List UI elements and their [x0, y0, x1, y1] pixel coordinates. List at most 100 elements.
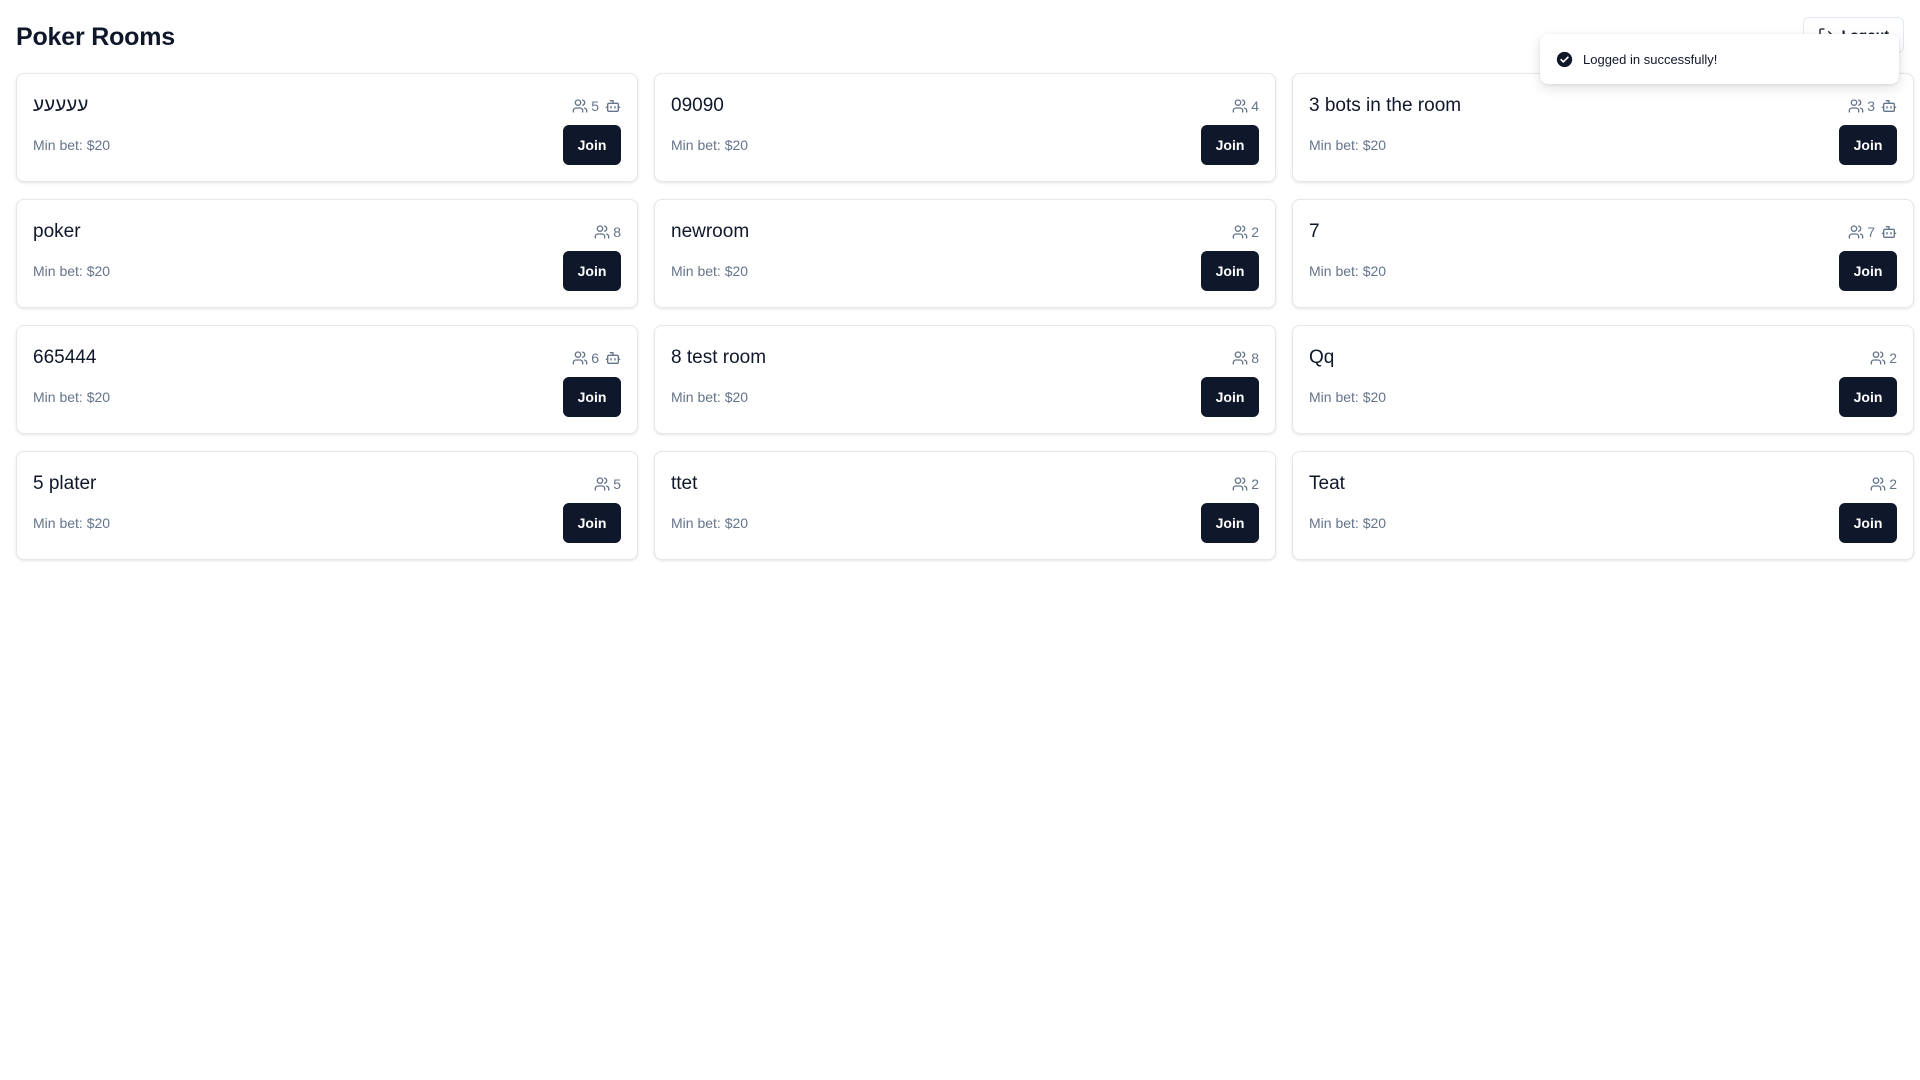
join-button[interactable]: Join	[563, 377, 621, 417]
player-count-value: 2	[1889, 350, 1897, 366]
room-name: 09090	[671, 95, 724, 116]
room-card: 5 plater 5 Min bet: $20 Join	[16, 451, 638, 560]
player-count: 2	[1232, 224, 1259, 240]
room-card: ttet 2 Min bet: $20 Join	[654, 451, 1276, 560]
room-meta: 5	[594, 476, 621, 492]
room-card: Teat 2 Min bet: $20 Join	[1292, 451, 1914, 560]
room-card: עעעעע 5 Min bet: $20 Join	[16, 73, 638, 182]
users-icon	[1232, 477, 1248, 491]
room-meta: 6	[572, 350, 621, 366]
room-meta: 8	[594, 224, 621, 240]
join-button[interactable]: Join	[563, 251, 621, 291]
room-meta: 2	[1870, 350, 1897, 366]
player-count: 4	[1232, 98, 1259, 114]
min-bet: Min bet: $20	[671, 515, 749, 531]
join-button[interactable]: Join	[1839, 251, 1897, 291]
player-count-value: 2	[1251, 476, 1259, 492]
min-bet: Min bet: $20	[1309, 515, 1387, 531]
rooms-grid: עעעעע 5 Min bet: $20 Join 09090 4 Min be…	[16, 73, 1914, 560]
bot-icon	[605, 352, 621, 364]
player-count: 5	[572, 98, 599, 114]
users-icon	[1232, 225, 1248, 239]
room-card: poker 8 Min bet: $20 Join	[16, 199, 638, 308]
player-count-value: 2	[1251, 224, 1259, 240]
min-bet: Min bet: $20	[671, 137, 749, 153]
page: Poker Rooms Logout עעעעע 5 Mi	[0, 0, 1920, 1080]
room-meta: 5	[572, 98, 621, 114]
users-icon	[1848, 99, 1864, 113]
player-count-value: 2	[1889, 476, 1897, 492]
room-name: newroom	[671, 221, 750, 242]
users-icon	[1232, 99, 1248, 113]
min-bet: Min bet: $20	[33, 389, 111, 405]
player-count-value: 8	[1251, 350, 1259, 366]
room-name: 5 plater	[33, 473, 97, 494]
room-card: 3 bots in the room 3 Min bet: $20 Join	[1292, 73, 1914, 182]
player-count-value: 7	[1867, 224, 1875, 240]
bot-icon	[1881, 226, 1897, 238]
player-count: 8	[594, 224, 621, 240]
room-card: 8 test room 8 Min bet: $20 Join	[654, 325, 1276, 434]
users-icon	[572, 99, 588, 113]
min-bet: Min bet: $20	[1309, 137, 1387, 153]
bot-icon	[1881, 100, 1897, 112]
join-button[interactable]: Join	[563, 503, 621, 543]
join-button[interactable]: Join	[1839, 503, 1897, 543]
join-button[interactable]: Join	[563, 125, 621, 165]
join-button[interactable]: Join	[1201, 503, 1259, 543]
join-button[interactable]: Join	[1839, 125, 1897, 165]
join-button[interactable]: Join	[1201, 125, 1259, 165]
users-icon	[1848, 225, 1864, 239]
room-name: 665444	[33, 347, 97, 368]
room-name: עעעעע	[33, 95, 89, 116]
player-count-value: 5	[613, 476, 621, 492]
player-count: 7	[1848, 224, 1875, 240]
player-count: 6	[572, 350, 599, 366]
player-count: 2	[1870, 476, 1897, 492]
join-button[interactable]: Join	[1201, 377, 1259, 417]
player-count: 2	[1232, 476, 1259, 492]
player-count-value: 6	[591, 350, 599, 366]
min-bet: Min bet: $20	[33, 137, 111, 153]
room-name: Qq	[1309, 347, 1335, 368]
join-button[interactable]: Join	[1839, 377, 1897, 417]
player-count: 2	[1870, 350, 1897, 366]
room-meta: 4	[1232, 98, 1259, 114]
player-count-value: 5	[591, 98, 599, 114]
min-bet: Min bet: $20	[33, 515, 111, 531]
room-name: 7	[1309, 221, 1320, 242]
users-icon	[1232, 351, 1248, 365]
min-bet: Min bet: $20	[1309, 389, 1387, 405]
room-name: ttet	[671, 473, 698, 494]
room-name: 8 test room	[671, 347, 767, 368]
page-title: Poker Rooms	[16, 23, 175, 51]
join-button[interactable]: Join	[1201, 251, 1259, 291]
users-icon	[594, 225, 610, 239]
check-circle-icon	[1556, 51, 1573, 67]
users-icon	[594, 477, 610, 491]
room-card: newroom 2 Min bet: $20 Join	[654, 199, 1276, 308]
users-icon	[1870, 351, 1886, 365]
room-meta: 2	[1870, 476, 1897, 492]
room-card: 665444 6 Min bet: $20 Join	[16, 325, 638, 434]
room-name: Teat	[1309, 473, 1345, 494]
player-count: 8	[1232, 350, 1259, 366]
player-count-value: 3	[1867, 98, 1875, 114]
min-bet: Min bet: $20	[671, 389, 749, 405]
toast-notification: Logged in successfully!	[1540, 34, 1899, 84]
users-icon	[572, 351, 588, 365]
min-bet: Min bet: $20	[1309, 263, 1387, 279]
player-count-value: 4	[1251, 98, 1259, 114]
player-count: 3	[1848, 98, 1875, 114]
room-meta: 8	[1232, 350, 1259, 366]
room-meta: 3	[1848, 98, 1897, 114]
min-bet: Min bet: $20	[33, 263, 111, 279]
player-count-value: 8	[613, 224, 621, 240]
toast-message: Logged in successfully!	[1583, 51, 1718, 67]
users-icon	[1870, 477, 1886, 491]
room-meta: 7	[1848, 224, 1897, 240]
bot-icon	[605, 100, 621, 112]
player-count: 5	[594, 476, 621, 492]
room-meta: 2	[1232, 224, 1259, 240]
room-card: 09090 4 Min bet: $20 Join	[654, 73, 1276, 182]
